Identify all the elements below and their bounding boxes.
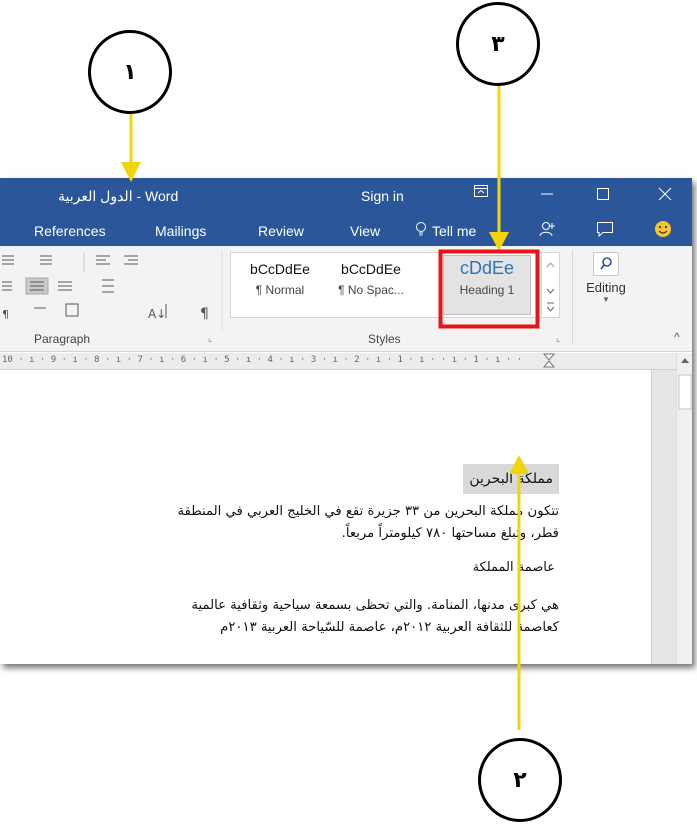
maximize-icon[interactable] [596,186,610,206]
paragraph-2-line-2: كعاصمة للثقافة العربية ٢٠١٢م، عاصمة للسّ… [220,620,559,635]
callout-1: ١ [88,30,172,114]
word-window: الدول العربية - Word Sign in References … [0,178,692,664]
tab-review[interactable]: Review [258,223,304,239]
title-bar: الدول العربية - Word Sign in [0,178,692,214]
ruler-ticks: 10 · ı · 9 · ı · 8 · ı · 7 · ı · 6 · ı ·… [2,355,523,365]
styles-gallery-scroll[interactable] [541,253,559,317]
style-normal-preview: bCcDdEe [250,261,310,277]
window-title: الدول العربية - Word [58,188,179,204]
sign-in-link[interactable]: Sign in [361,188,404,204]
ribbon: A↓ ¶ ¶ Paragraph ⌞ bCcDdEe ¶ Normal bCcD… [0,246,692,352]
find-icon [593,252,619,276]
callout-3: ٣ [456,2,540,86]
document-heading[interactable]: مملكة البحرين [463,464,559,494]
callout-2: ٢ [478,738,562,822]
editing-button[interactable]: Editing ▼ [582,252,630,314]
collapse-ribbon-icon[interactable]: ^ [674,330,680,344]
style-normal[interactable]: bCcDdEe ¶ Normal [237,257,323,311]
horizontal-ruler[interactable]: 10 · ı · 9 · ı · 8 · ı · 7 · ı · 6 · ı ·… [0,353,676,370]
style-heading-1-preview: cDdEe [459,258,515,278]
editing-label: Editing [586,280,626,295]
styles-group-label: Styles [368,332,401,346]
paragraph-1-line-1: تتكون مملكة البحرين من ٣٣ جزيرة تقع في ا… [177,504,559,519]
share-icon[interactable] [538,220,556,241]
document-area: مملكة البحرين تتكون مملكة البحرين من ٣٣ … [0,370,676,664]
paragraph-1-line-2: قطر، وتبلغ مساحتها ٧٨٠ كيلومتراً مربعاً. [341,526,559,541]
style-heading-1-name: Heading 1 [459,283,515,297]
tab-view[interactable]: View [350,223,380,239]
close-icon[interactable] [658,186,672,206]
comments-icon[interactable] [596,221,614,240]
paragraph-group-label: Paragraph [34,332,91,346]
styles-dialog-launcher-icon[interactable]: ⌞ [556,333,560,344]
style-no-spacing-name: ¶ No Spac... [338,283,404,297]
styles-gallery: bCcDdEe ¶ Normal bCcDdEe ¶ No Spac... cD… [230,252,560,318]
paragraph-2-line-1: هي كبرى مدنها، المنامة. والتي تحظى بسمعة… [191,598,559,613]
lightbulb-icon [415,221,427,240]
document-subheading: عاصمة المملكة [472,560,555,575]
paragraph-tools[interactable]: A↓ ¶ ¶ [0,246,226,330]
document-page[interactable]: مملكة البحرين تتكون مملكة البحرين من ٣٣ … [0,370,652,664]
svg-text:¶: ¶ [2,308,9,321]
style-heading-1[interactable]: cDdEe Heading 1 [443,255,531,315]
style-no-spacing-preview: bCcDdEe [341,261,401,277]
smiley-icon[interactable] [654,220,672,241]
style-normal-name: ¶ Normal [255,283,305,297]
svg-text:A↓: A↓ [148,307,166,321]
tell-me-box[interactable]: Tell me [432,223,476,239]
ribbon-tabs: References Mailings Review View Tell me [0,214,692,246]
vertical-scrollbar[interactable] [676,353,692,664]
style-no-spacing[interactable]: bCcDdEe ¶ No Spac... [327,257,415,311]
svg-text:¶: ¶ [200,306,209,322]
tab-references[interactable]: References [34,223,106,239]
group-divider [572,250,573,344]
paragraph-dialog-launcher-icon[interactable]: ⌞ [208,333,212,344]
ribbon-display-icon[interactable] [474,182,488,202]
minimize-icon[interactable] [540,186,554,206]
tab-mailings[interactable]: Mailings [155,223,206,239]
indent-marker-icon[interactable] [542,353,556,369]
editing-chevron-icon: ▼ [602,295,610,304]
